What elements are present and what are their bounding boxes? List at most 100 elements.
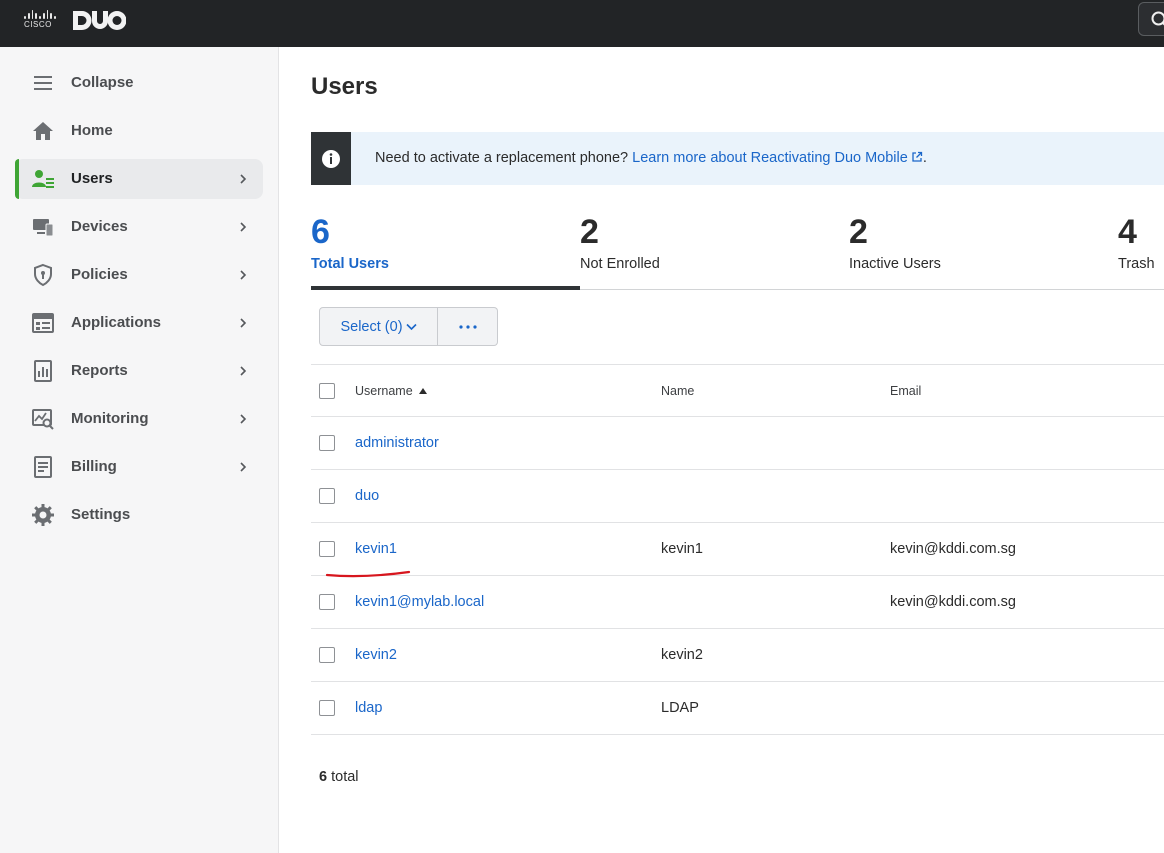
tab-trash[interactable]: 4 Trash [1118,212,1164,290]
banner-link-text: Learn more about Reactivating Duo Mobile [632,150,908,166]
sidebar-item-applications[interactable]: Applications [15,303,263,343]
sidebar-item-label: Devices [71,218,128,235]
sidebar-item-label: Settings [71,506,131,523]
stat-value: 6 [311,213,330,251]
search-button[interactable] [1138,2,1164,36]
sidebar-item-policies[interactable]: Policies [15,255,263,295]
table-row: administrator [311,417,1164,470]
chevron-down-icon [405,323,417,330]
reports-icon [34,360,52,382]
column-header-name[interactable]: Name [661,384,694,398]
info-icon [322,150,340,168]
column-header-username[interactable]: Username [355,384,427,398]
sort-ascending-icon [418,388,427,394]
applications-icon [32,313,54,333]
sidebar-item-billing[interactable]: Billing [15,447,263,487]
name-cell: kevin2 [661,647,703,663]
select-all-checkbox[interactable] [319,383,335,399]
row-checkbox[interactable] [319,647,335,663]
stat-label: Inactive Users [849,256,941,272]
stat-label: Trash [1118,256,1155,272]
tab-inactive-users[interactable]: 2 Inactive Users [849,212,1118,290]
more-horizontal-icon [458,324,477,329]
row-checkbox[interactable] [319,541,335,557]
active-tab-indicator [311,286,580,290]
users-table: Username Name Email administrator duo ke… [311,364,1164,735]
row-checkbox[interactable] [319,488,335,504]
devices-icon [33,219,54,237]
sidebar-item-devices[interactable]: Devices [15,207,263,247]
username-link[interactable]: ldap [355,700,382,716]
table-header-row: Username Name Email [311,364,1164,417]
search-icon [1151,11,1164,26]
sidebar-item-label: Policies [71,266,128,283]
email-cell: kevin@kddi.com.sg [890,594,1016,610]
tab-not-enrolled[interactable]: 2 Not Enrolled [580,212,849,290]
table-row: duo [311,470,1164,523]
username-link[interactable]: kevin2 [355,647,397,663]
user-stats-tabs: 6 Total Users 2 Not Enrolled 2 Inactive … [311,212,1164,290]
tab-total-users[interactable]: 6 Total Users [311,212,580,290]
row-checkbox[interactable] [319,700,335,716]
page-title: Users [311,73,378,100]
username-link[interactable]: kevin1@mylab.local [355,594,484,610]
users-icon [32,170,54,188]
cisco-logo: CISCO [24,10,57,30]
red-underline-annotation [325,570,411,578]
username-link[interactable]: duo [355,488,379,504]
sidebar-item-home[interactable]: Home [15,111,263,151]
sidebar: Collapse Home Users Devices Policies App… [0,47,279,853]
sidebar-item-label: Collapse [71,74,134,91]
select-dropdown-button[interactable]: Select (0) [319,307,438,346]
sidebar-item-reports[interactable]: Reports [15,351,263,391]
username-link[interactable]: administrator [355,435,439,451]
column-header-email[interactable]: Email [890,384,921,398]
table-row: kevin1 kevin1 kevin@kddi.com.sg [311,523,1164,576]
chevron-right-icon [240,414,247,424]
sidebar-item-label: Reports [71,362,128,379]
stat-value: 4 [1118,213,1137,251]
username-link[interactable]: kevin1 [355,541,397,557]
chevron-right-icon [240,174,247,184]
sidebar-item-label: Home [71,122,113,139]
more-actions-button[interactable] [438,307,498,346]
stat-label: Not Enrolled [580,256,660,272]
info-banner: Need to activate a replacement phone? Le… [311,132,1164,185]
chevron-right-icon [240,366,247,376]
chevron-right-icon [240,318,247,328]
chevron-right-icon [240,270,247,280]
duo-logo[interactable] [73,11,126,30]
stat-label: Total Users [311,256,389,272]
sidebar-item-label: Users [71,170,113,187]
stat-value: 2 [849,213,868,251]
banner-suffix: . [922,150,927,166]
sidebar-item-label: Applications [71,314,162,331]
name-cell: kevin1 [661,541,703,557]
table-row: ldap LDAP [311,682,1164,735]
sidebar-item-monitoring[interactable]: Monitoring [15,399,263,439]
billing-icon [34,456,52,478]
sidebar-item-label: Billing [71,458,117,475]
cisco-logo-text: CISCO [24,20,52,29]
bulk-action-toolbar: Select (0) [319,307,498,346]
home-icon [33,122,53,140]
sidebar-item-label: Monitoring [71,410,149,427]
total-number: 6 [319,769,328,785]
shield-icon [34,263,52,287]
chevron-right-icon [240,462,247,472]
email-cell: kevin@kddi.com.sg [890,541,1016,557]
row-checkbox[interactable] [319,435,335,451]
total-label: total [331,769,359,785]
sidebar-item-collapse[interactable]: Collapse [15,63,263,103]
main-content: Users Need to activate a replacement pho… [279,47,1164,853]
total-count: 6 total [319,769,359,785]
reactivating-duo-mobile-link[interactable]: Learn more about Reactivating Duo Mobile [632,150,923,166]
chevron-right-icon [240,222,247,232]
stat-value: 2 [580,213,599,251]
top-bar: CISCO [0,0,1164,47]
sidebar-item-users[interactable]: Users [15,159,263,199]
select-label: Select (0) [340,318,403,335]
table-row: kevin1@mylab.local kevin@kddi.com.sg [311,576,1164,629]
sidebar-item-settings[interactable]: Settings [15,495,263,535]
row-checkbox[interactable] [319,594,335,610]
